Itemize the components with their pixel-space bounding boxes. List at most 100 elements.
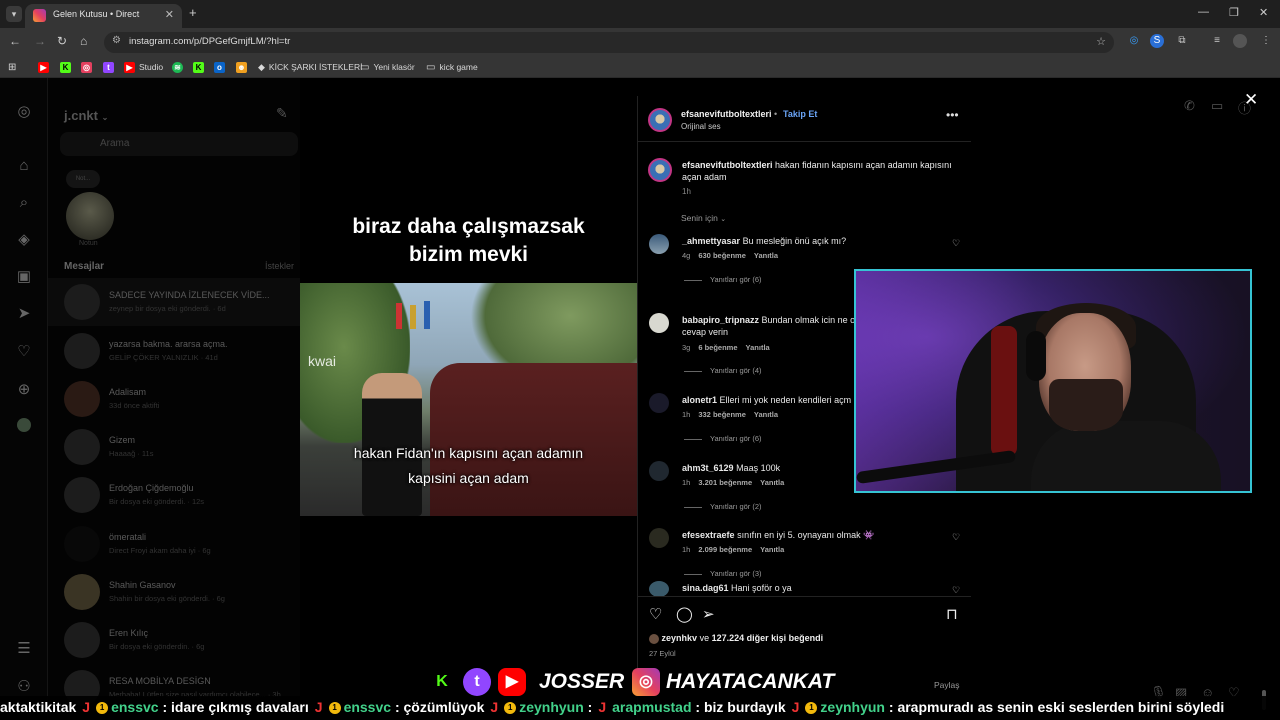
dm-username[interactable]: j.cnkt ⌄: [64, 108, 108, 123]
like-heart-icon[interactable]: ♡: [649, 605, 662, 623]
caption-author-avatar[interactable]: [648, 158, 672, 182]
view-replies-button[interactable]: Yanıtları gör (2): [684, 502, 762, 511]
apps-grid-icon[interactable]: ⊞: [8, 60, 16, 74]
comment-sort-dropdown[interactable]: Senin için ⌄: [681, 213, 726, 223]
home-icon[interactable]: ⌂: [15, 157, 33, 175]
caption-username[interactable]: efsanevifutboltextleri: [682, 160, 773, 170]
extension-audio-icon[interactable]: ◎: [1127, 34, 1141, 48]
bookmark-kick[interactable]: K: [60, 60, 71, 74]
conversation-item[interactable]: yazarsa bakma. ararsa açma. GELİP ÇÖKER Y…: [48, 327, 300, 375]
reply-button[interactable]: Yanıtla: [754, 410, 778, 419]
requests-link[interactable]: İstekler: [265, 261, 294, 271]
conversation-item[interactable]: Erdoğan Çiğdemoğlu Bir dosya eki gönderdi…: [48, 471, 300, 519]
compose-icon[interactable]: ✎: [276, 105, 288, 122]
reply-button[interactable]: Yanıtla: [760, 545, 784, 554]
bookmark-spotify[interactable]: ≋: [172, 60, 183, 74]
commenter-username[interactable]: efesextraefe: [682, 530, 735, 540]
commenter-username[interactable]: babapiro_tripnazz: [682, 315, 759, 325]
original-audio-link[interactable]: Orijinal ses: [681, 122, 721, 131]
bookmark-folder-yeni[interactable]: ▭ Yeni klasör: [360, 60, 415, 74]
search-icon[interactable]: ⌕: [15, 194, 33, 212]
media-control-icon[interactable]: ≡: [1210, 34, 1224, 48]
like-comment-heart-icon[interactable]: ♡: [952, 238, 960, 249]
home-icon[interactable]: ⌂: [80, 34, 87, 48]
reply-button[interactable]: Yanıtla: [746, 343, 770, 352]
commenter-username[interactable]: sina.dag61: [682, 583, 729, 593]
bookmark-twitch[interactable]: t: [103, 60, 114, 74]
bookmark-instagram[interactable]: ◎: [81, 60, 92, 74]
new-tab-button[interactable]: +: [189, 5, 197, 20]
follow-button[interactable]: Takip Et: [783, 109, 817, 119]
share-label[interactable]: Paylaş: [934, 680, 960, 690]
profile-avatar[interactable]: [17, 418, 31, 432]
browser-tab[interactable]: Gelen Kutusu • Direct ✕: [25, 4, 182, 28]
commenter-username[interactable]: _ahmettyasar: [682, 236, 740, 246]
commenter-username[interactable]: ahm3t_6129: [682, 463, 734, 473]
dm-search-input[interactable]: Arama: [60, 132, 298, 156]
tab-close-icon[interactable]: ✕: [165, 8, 174, 21]
notifications-heart-icon[interactable]: ♡: [15, 343, 33, 361]
browser-menu-icon[interactable]: ⋮: [1259, 34, 1273, 48]
conversation-item[interactable]: Gizem Haaaağ · 11s: [48, 423, 300, 471]
bookmark-outlook[interactable]: o: [214, 60, 225, 74]
commenter-avatar[interactable]: [649, 461, 669, 481]
url-text[interactable]: instagram.com/p/DPGefGmjfLM/?hl=tr: [129, 36, 290, 47]
share-icon[interactable]: ➢: [702, 605, 715, 623]
conversation-item[interactable]: SADECE YAYINDA İZLENECEK VİDE... zeynep b…: [48, 278, 300, 326]
conversation-item[interactable]: Adalisam 33d önce aktifti: [48, 375, 300, 423]
comment-icon[interactable]: ◯: [676, 605, 693, 623]
more-menu-icon[interactable]: ☰: [15, 640, 33, 658]
close-post-icon[interactable]: ✕: [1244, 90, 1258, 110]
maximize-button[interactable]: ❐: [1229, 6, 1239, 19]
bookmark-folder-kickgame[interactable]: ▭ kick game: [426, 60, 478, 74]
bookmark-kick-songs[interactable]: ◆ KİCK ŞARKI İSTEKLERİ: [258, 60, 362, 74]
instagram-logo-icon[interactable]: ◎: [15, 103, 33, 121]
minimize-button[interactable]: —: [1198, 6, 1209, 18]
bookmark-studio[interactable]: ▶ Studio: [124, 60, 163, 74]
bookmark-misc[interactable]: ☻: [236, 60, 247, 74]
create-icon[interactable]: ⊕: [15, 381, 33, 399]
view-replies-button[interactable]: Yanıtları gör (3): [684, 569, 762, 578]
like-comment-heart-icon[interactable]: ♡: [952, 532, 960, 543]
view-replies-button[interactable]: Yanıtları gör (4): [684, 366, 762, 375]
view-replies-button[interactable]: Yanıtları gör (6): [684, 434, 762, 443]
post-author-username[interactable]: efsanevifutboltextleri •: [681, 109, 777, 119]
commenter-avatar[interactable]: [649, 528, 669, 548]
comment-likes[interactable]: 2.099 beğenme: [698, 545, 752, 554]
conversation-item[interactable]: Eren Kılıç Bir dosya eki gönderdin. · 6g: [48, 616, 300, 664]
commenter-avatar[interactable]: [649, 581, 669, 597]
reels-icon[interactable]: ▣: [15, 268, 33, 286]
comment-likes[interactable]: 3.201 beğenme: [698, 478, 752, 487]
reply-button[interactable]: Yanıtla: [760, 478, 784, 487]
window-close-button[interactable]: ✕: [1259, 6, 1268, 19]
note-bubble[interactable]: Not...: [66, 170, 100, 188]
site-info-icon[interactable]: ⚙: [112, 35, 121, 46]
conversation-item[interactable]: Shahin Gasanov Shahin bir dosya eki gönde…: [48, 568, 300, 616]
profile-avatar[interactable]: [1233, 34, 1247, 48]
view-replies-button[interactable]: Yanıtları gör (6): [684, 275, 762, 284]
note-avatar[interactable]: [66, 192, 114, 240]
audio-call-icon[interactable]: ✆: [1184, 98, 1195, 114]
more-options-icon[interactable]: •••: [946, 108, 959, 122]
likes-summary[interactable]: zeynhkv ve 127.224 diğer kişi beğendi: [649, 633, 823, 644]
reply-button[interactable]: Yanıtla: [754, 251, 778, 260]
messages-icon[interactable]: ➤: [15, 305, 33, 323]
save-bookmark-icon[interactable]: ⊓: [946, 605, 958, 623]
extension-shazam-icon[interactable]: S: [1150, 34, 1164, 48]
comment-likes[interactable]: 630 beğenme: [698, 251, 746, 260]
post-author-avatar[interactable]: [648, 108, 672, 132]
commenter-avatar[interactable]: [649, 313, 669, 333]
tab-search-button[interactable]: ▾: [6, 6, 22, 22]
like-comment-heart-icon[interactable]: ♡: [952, 585, 960, 596]
back-button[interactable]: ←: [9, 34, 21, 48]
bookmark-kick-2[interactable]: K: [193, 60, 204, 74]
commenter-username[interactable]: alonetr1: [682, 395, 717, 405]
omnibox[interactable]: ⚙ instagram.com/p/DPGefGmjfLM/?hl=tr ☆: [104, 32, 1114, 53]
comment-likes[interactable]: 6 beğenme: [698, 343, 737, 352]
forward-button[interactable]: →: [34, 34, 46, 48]
extensions-puzzle-icon[interactable]: ⧉: [1175, 34, 1189, 48]
reload-button[interactable]: ↻: [57, 34, 67, 48]
commenter-avatar[interactable]: [649, 393, 669, 413]
reel-video-player[interactable]: biraz daha çalışmazsak bizim mevki kwai …: [300, 78, 637, 720]
conversation-item[interactable]: ömeratali Direct Froyi akam daha iyi · 6g: [48, 520, 300, 568]
